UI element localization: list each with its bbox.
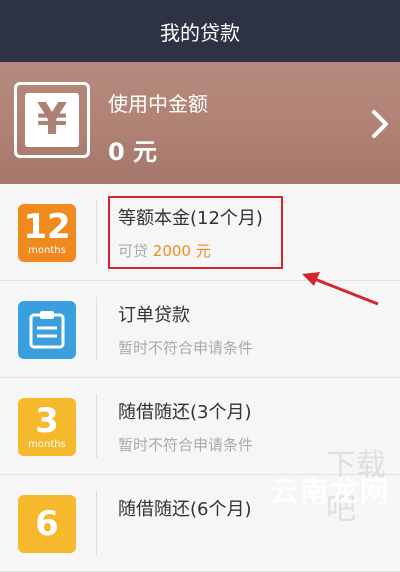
loan-title: 订单贷款 (118, 305, 190, 326)
annotation-arrow-icon (302, 272, 379, 306)
divider (96, 200, 97, 264)
clipboard-icon (18, 301, 76, 359)
divider (96, 297, 97, 361)
calendar-12-months-icon: 12 months (18, 204, 76, 262)
title-bar: 我的贷款 (0, 0, 400, 62)
loan-summary-card[interactable]: ¥ 使用中金额 0 元 (0, 62, 400, 184)
calendar-6-months-icon: 6 (18, 495, 76, 553)
divider (96, 394, 97, 458)
yen-icon: ¥ (14, 82, 90, 158)
annotation-highlight-box (108, 196, 283, 269)
chevron-right-icon[interactable] (366, 108, 394, 140)
summary-label: 使用中金额 (108, 92, 208, 116)
loan-subtitle: 暂时不符合申请条件 (118, 436, 254, 454)
page-title: 我的贷款 (160, 20, 240, 45)
summary-amount: 0 元 (108, 138, 158, 166)
watermark-text: 云南龙网 (270, 475, 391, 508)
loan-subtitle: 暂时不符合申请条件 (118, 339, 254, 357)
loan-title: 随借随还(3个月) (118, 402, 252, 423)
calendar-3-months-icon: 3 months (18, 398, 76, 456)
loan-title: 随借随还(6个月) (118, 499, 252, 520)
list-item-equal-principal[interactable]: 12 months 等额本金(12个月) 可贷 2000 元 (0, 184, 400, 281)
divider (96, 491, 97, 555)
